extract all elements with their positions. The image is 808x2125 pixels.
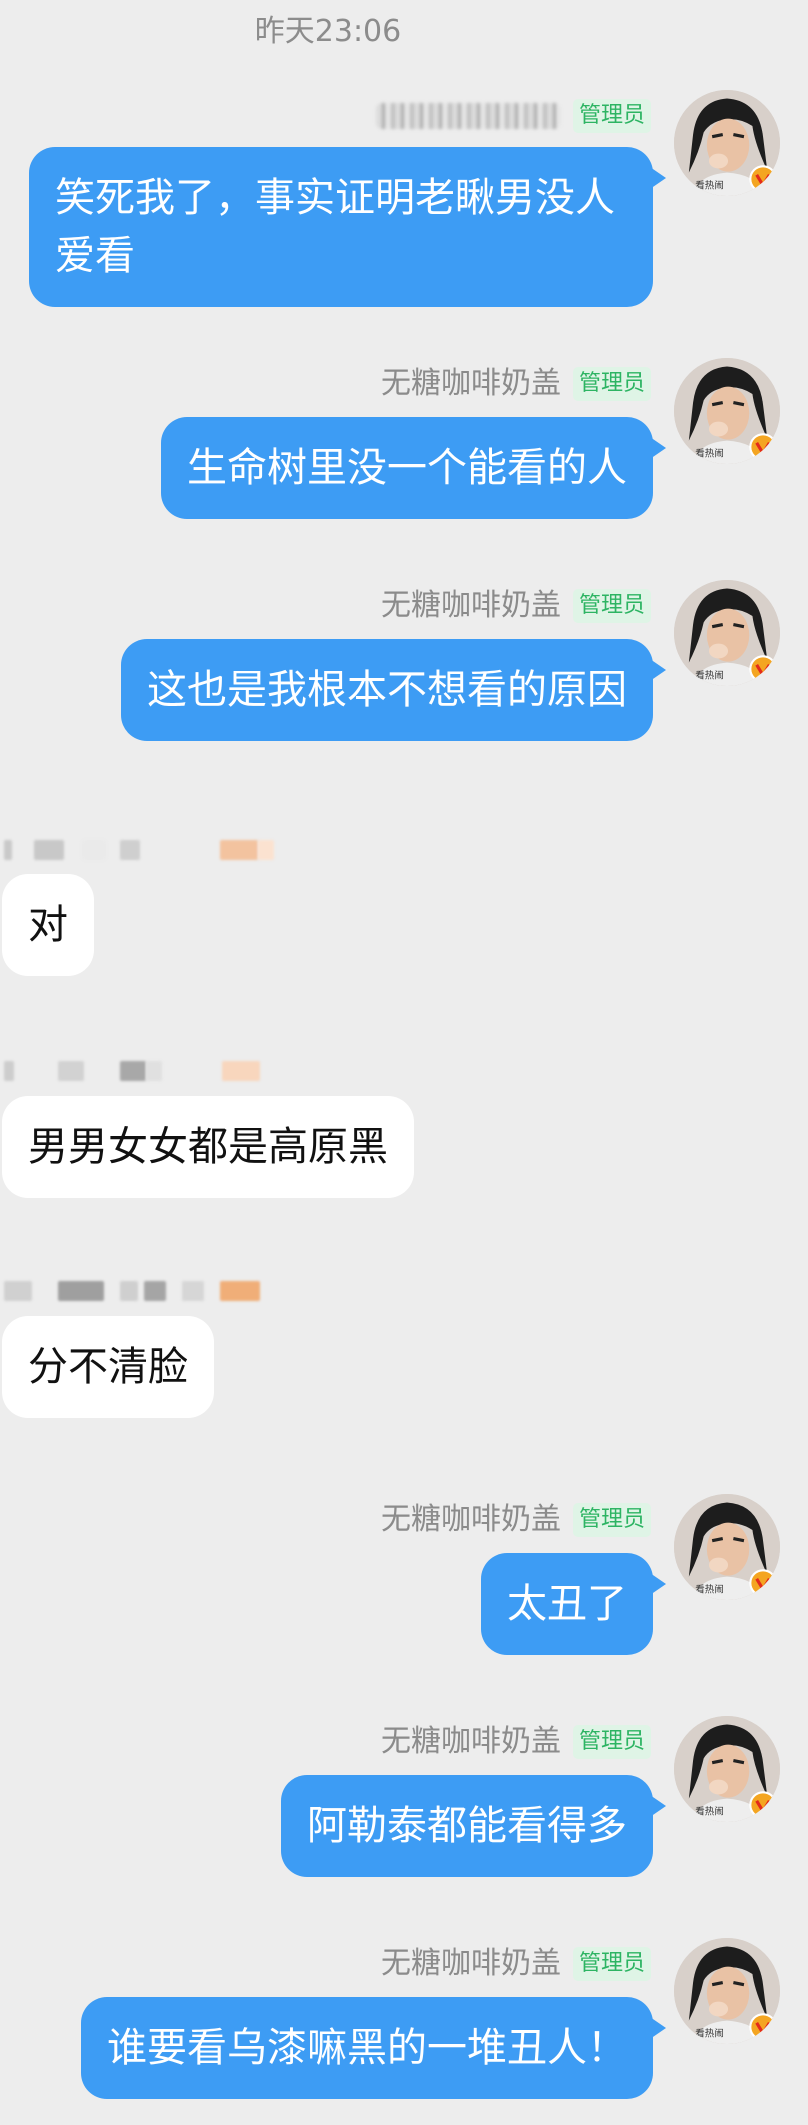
user-avatar[interactable]: 看热闹 (674, 90, 780, 196)
user-avatar[interactable]: 看热闹 (674, 1938, 780, 2044)
sender-name-blurred (375, 103, 561, 129)
message-bubble[interactable]: 这也是我根本不想看的原因 (121, 639, 666, 741)
sender-name: 无糖咖啡奶盖 (380, 1502, 561, 1537)
message-meta: 无糖咖啡奶盖 管理员 (381, 364, 651, 404)
sender-name: 无糖咖啡奶盖 (380, 366, 561, 401)
admin-badge: 管理员 (572, 1725, 651, 1759)
message-meta: 无糖咖啡奶盖 管理员 (381, 586, 651, 626)
avatar-icon: 看热闹 (674, 1716, 780, 1822)
admin-badge: 管理员 (572, 1947, 651, 1981)
avatar-icon: 看热闹 (674, 580, 780, 686)
admin-badge: 管理员 (572, 99, 651, 133)
message-meta: 无糖咖啡奶盖 管理员 (381, 1944, 651, 1984)
message-text: 阿勒泰都能看得多 (307, 1803, 627, 1849)
message-meta: 无糖咖啡奶盖 管理员 (381, 1500, 651, 1540)
message-bubble[interactable]: 分不清脸 (2, 1316, 214, 1418)
message-text: 谁要看乌漆嘛黑的一堆丑人！ (107, 2025, 627, 2071)
message-meta: 无糖咖啡奶盖 管理员 (381, 1722, 651, 1762)
user-avatar[interactable]: 看热闹 (674, 1494, 780, 1600)
message-meta: 管理员 (375, 96, 651, 136)
avatar-icon: 看热闹 (674, 90, 780, 196)
sender-name: 无糖咖啡奶盖 (380, 1946, 561, 1981)
admin-badge: 管理员 (572, 1503, 651, 1537)
user-avatar[interactable]: 看热闹 (674, 580, 780, 686)
message-text: 生命树里没一个能看的人 (187, 445, 627, 491)
message-text: 这也是我根本不想看的原因 (147, 667, 627, 713)
sender-name: 无糖咖啡奶盖 (380, 588, 561, 623)
sender-name-blurred (4, 1277, 284, 1305)
avatar-icon: 看热闹 (674, 1494, 780, 1600)
sender-name: 无糖咖啡奶盖 (380, 1724, 561, 1759)
message-bubble[interactable]: 对 (2, 874, 94, 976)
message-bubble[interactable]: 谁要看乌漆嘛黑的一堆丑人！ (81, 1997, 666, 2099)
avatar-icon: 看热闹 (674, 358, 780, 464)
message-bubble[interactable]: 男男女女都是高原黑 (2, 1096, 414, 1198)
message-text: 男男女女都是高原黑 (28, 1124, 388, 1170)
sender-name-blurred (4, 1057, 284, 1085)
svg-text:看热闹: 看热闹 (695, 448, 724, 460)
message-text: 笑死我了，事实证明老瞅男没人爱看 (55, 175, 615, 279)
message-bubble[interactable]: 生命树里没一个能看的人 (161, 417, 666, 519)
svg-text:看热闹: 看热闹 (695, 1584, 724, 1596)
svg-text:看热闹: 看热闹 (695, 1806, 724, 1818)
message-text: 分不清脸 (28, 1344, 188, 1390)
message-bubble[interactable]: 笑死我了，事实证明老瞅男没人爱看 (29, 147, 666, 307)
sender-name-blurred (4, 836, 284, 864)
avatar-icon: 看热闹 (674, 1938, 780, 2044)
user-avatar[interactable]: 看热闹 (674, 358, 780, 464)
chat-timestamp: 昨天23:06 (254, 14, 402, 49)
message-bubble[interactable]: 太丑了 (481, 1553, 666, 1655)
message-text: 对 (28, 902, 68, 948)
message-bubble[interactable]: 阿勒泰都能看得多 (281, 1775, 666, 1877)
message-text: 太丑了 (507, 1581, 627, 1627)
admin-badge: 管理员 (572, 589, 651, 623)
admin-badge: 管理员 (572, 367, 651, 401)
user-avatar[interactable]: 看热闹 (674, 1716, 780, 1822)
svg-text:看热闹: 看热闹 (695, 2028, 724, 2040)
svg-text:看热闹: 看热闹 (695, 670, 724, 682)
svg-text:看热闹: 看热闹 (695, 180, 724, 192)
